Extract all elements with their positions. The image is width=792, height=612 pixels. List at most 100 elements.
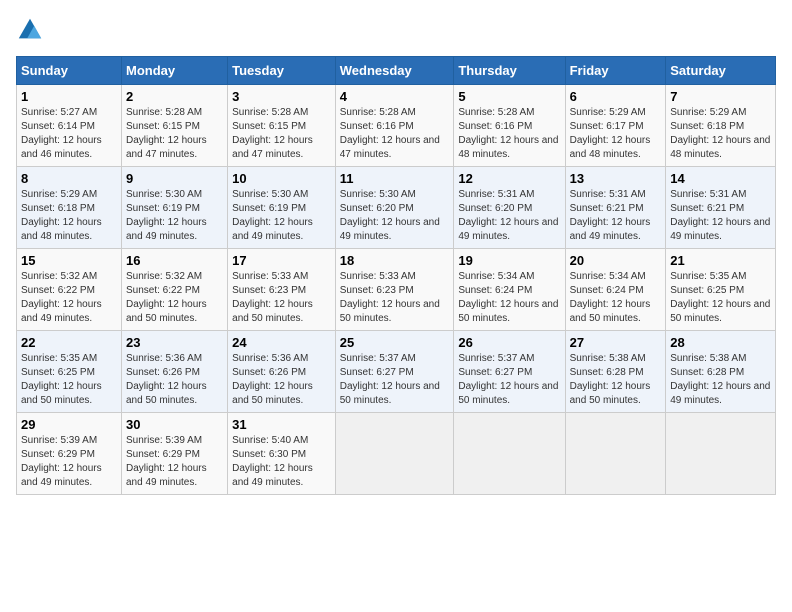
day-number: 7 — [670, 89, 771, 104]
calendar-cell: 9 Sunrise: 5:30 AM Sunset: 6:19 PM Dayli… — [121, 167, 227, 249]
day-info: Sunrise: 5:28 AM Sunset: 6:16 PM Dayligh… — [340, 106, 450, 162]
calendar-week-row: 15 Sunrise: 5:32 AM Sunset: 6:22 PM Dayl… — [17, 249, 776, 331]
day-number: 9 — [126, 171, 223, 186]
day-info: Sunrise: 5:33 AM Sunset: 6:23 PM Dayligh… — [232, 270, 331, 326]
weekday-header: Monday — [121, 57, 227, 85]
calendar-cell: 1 Sunrise: 5:27 AM Sunset: 6:14 PM Dayli… — [17, 85, 122, 167]
day-info: Sunrise: 5:28 AM Sunset: 6:15 PM Dayligh… — [232, 106, 331, 162]
calendar-table: SundayMondayTuesdayWednesdayThursdayFrid… — [16, 56, 776, 495]
calendar-cell: 10 Sunrise: 5:30 AM Sunset: 6:19 PM Dayl… — [228, 167, 336, 249]
day-info: Sunrise: 5:29 AM Sunset: 6:18 PM Dayligh… — [670, 106, 771, 162]
day-number: 26 — [458, 335, 560, 350]
day-number: 28 — [670, 335, 771, 350]
calendar-cell — [454, 413, 565, 495]
calendar-cell: 23 Sunrise: 5:36 AM Sunset: 6:26 PM Dayl… — [121, 331, 227, 413]
calendar-cell: 31 Sunrise: 5:40 AM Sunset: 6:30 PM Dayl… — [228, 413, 336, 495]
calendar-cell: 4 Sunrise: 5:28 AM Sunset: 6:16 PM Dayli… — [335, 85, 454, 167]
day-number: 11 — [340, 171, 450, 186]
day-info: Sunrise: 5:30 AM Sunset: 6:19 PM Dayligh… — [232, 188, 331, 244]
day-info: Sunrise: 5:30 AM Sunset: 6:19 PM Dayligh… — [126, 188, 223, 244]
calendar-cell: 14 Sunrise: 5:31 AM Sunset: 6:21 PM Dayl… — [666, 167, 776, 249]
day-info: Sunrise: 5:31 AM Sunset: 6:20 PM Dayligh… — [458, 188, 560, 244]
calendar-cell: 18 Sunrise: 5:33 AM Sunset: 6:23 PM Dayl… — [335, 249, 454, 331]
calendar-cell — [565, 413, 666, 495]
day-info: Sunrise: 5:39 AM Sunset: 6:29 PM Dayligh… — [21, 434, 117, 490]
day-info: Sunrise: 5:36 AM Sunset: 6:26 PM Dayligh… — [232, 352, 331, 408]
calendar-cell: 25 Sunrise: 5:37 AM Sunset: 6:27 PM Dayl… — [335, 331, 454, 413]
day-number: 18 — [340, 253, 450, 268]
day-number: 24 — [232, 335, 331, 350]
day-info: Sunrise: 5:37 AM Sunset: 6:27 PM Dayligh… — [340, 352, 450, 408]
day-number: 13 — [570, 171, 662, 186]
day-info: Sunrise: 5:30 AM Sunset: 6:20 PM Dayligh… — [340, 188, 450, 244]
calendar-cell — [666, 413, 776, 495]
day-number: 21 — [670, 253, 771, 268]
calendar-cell: 30 Sunrise: 5:39 AM Sunset: 6:29 PM Dayl… — [121, 413, 227, 495]
day-info: Sunrise: 5:31 AM Sunset: 6:21 PM Dayligh… — [670, 188, 771, 244]
calendar-cell: 17 Sunrise: 5:33 AM Sunset: 6:23 PM Dayl… — [228, 249, 336, 331]
day-number: 3 — [232, 89, 331, 104]
day-info: Sunrise: 5:32 AM Sunset: 6:22 PM Dayligh… — [21, 270, 117, 326]
day-info: Sunrise: 5:37 AM Sunset: 6:27 PM Dayligh… — [458, 352, 560, 408]
calendar-cell: 26 Sunrise: 5:37 AM Sunset: 6:27 PM Dayl… — [454, 331, 565, 413]
weekday-header: Saturday — [666, 57, 776, 85]
day-number: 5 — [458, 89, 560, 104]
day-number: 14 — [670, 171, 771, 186]
day-number: 19 — [458, 253, 560, 268]
calendar-cell: 21 Sunrise: 5:35 AM Sunset: 6:25 PM Dayl… — [666, 249, 776, 331]
calendar-cell: 2 Sunrise: 5:28 AM Sunset: 6:15 PM Dayli… — [121, 85, 227, 167]
day-info: Sunrise: 5:38 AM Sunset: 6:28 PM Dayligh… — [670, 352, 771, 408]
page-header — [16, 16, 776, 44]
day-number: 31 — [232, 417, 331, 432]
weekday-header: Thursday — [454, 57, 565, 85]
day-number: 4 — [340, 89, 450, 104]
day-number: 16 — [126, 253, 223, 268]
day-info: Sunrise: 5:32 AM Sunset: 6:22 PM Dayligh… — [126, 270, 223, 326]
day-number: 25 — [340, 335, 450, 350]
calendar-cell: 19 Sunrise: 5:34 AM Sunset: 6:24 PM Dayl… — [454, 249, 565, 331]
calendar-cell: 28 Sunrise: 5:38 AM Sunset: 6:28 PM Dayl… — [666, 331, 776, 413]
calendar-cell: 11 Sunrise: 5:30 AM Sunset: 6:20 PM Dayl… — [335, 167, 454, 249]
day-info: Sunrise: 5:29 AM Sunset: 6:18 PM Dayligh… — [21, 188, 117, 244]
calendar-cell: 6 Sunrise: 5:29 AM Sunset: 6:17 PM Dayli… — [565, 85, 666, 167]
day-info: Sunrise: 5:27 AM Sunset: 6:14 PM Dayligh… — [21, 106, 117, 162]
day-number: 12 — [458, 171, 560, 186]
weekday-header: Friday — [565, 57, 666, 85]
calendar-cell: 5 Sunrise: 5:28 AM Sunset: 6:16 PM Dayli… — [454, 85, 565, 167]
calendar-week-row: 1 Sunrise: 5:27 AM Sunset: 6:14 PM Dayli… — [17, 85, 776, 167]
weekday-header-row: SundayMondayTuesdayWednesdayThursdayFrid… — [17, 57, 776, 85]
day-info: Sunrise: 5:35 AM Sunset: 6:25 PM Dayligh… — [21, 352, 117, 408]
day-number: 30 — [126, 417, 223, 432]
logo — [16, 16, 48, 44]
day-number: 2 — [126, 89, 223, 104]
day-info: Sunrise: 5:34 AM Sunset: 6:24 PM Dayligh… — [570, 270, 662, 326]
day-info: Sunrise: 5:28 AM Sunset: 6:15 PM Dayligh… — [126, 106, 223, 162]
day-info: Sunrise: 5:40 AM Sunset: 6:30 PM Dayligh… — [232, 434, 331, 490]
day-info: Sunrise: 5:33 AM Sunset: 6:23 PM Dayligh… — [340, 270, 450, 326]
day-info: Sunrise: 5:35 AM Sunset: 6:25 PM Dayligh… — [670, 270, 771, 326]
day-info: Sunrise: 5:28 AM Sunset: 6:16 PM Dayligh… — [458, 106, 560, 162]
weekday-header: Tuesday — [228, 57, 336, 85]
day-number: 1 — [21, 89, 117, 104]
calendar-cell: 20 Sunrise: 5:34 AM Sunset: 6:24 PM Dayl… — [565, 249, 666, 331]
day-number: 17 — [232, 253, 331, 268]
day-number: 8 — [21, 171, 117, 186]
day-number: 29 — [21, 417, 117, 432]
calendar-cell: 29 Sunrise: 5:39 AM Sunset: 6:29 PM Dayl… — [17, 413, 122, 495]
day-number: 23 — [126, 335, 223, 350]
weekday-header: Wednesday — [335, 57, 454, 85]
day-info: Sunrise: 5:38 AM Sunset: 6:28 PM Dayligh… — [570, 352, 662, 408]
day-number: 27 — [570, 335, 662, 350]
calendar-week-row: 29 Sunrise: 5:39 AM Sunset: 6:29 PM Dayl… — [17, 413, 776, 495]
calendar-cell: 12 Sunrise: 5:31 AM Sunset: 6:20 PM Dayl… — [454, 167, 565, 249]
day-info: Sunrise: 5:31 AM Sunset: 6:21 PM Dayligh… — [570, 188, 662, 244]
calendar-week-row: 8 Sunrise: 5:29 AM Sunset: 6:18 PM Dayli… — [17, 167, 776, 249]
day-info: Sunrise: 5:29 AM Sunset: 6:17 PM Dayligh… — [570, 106, 662, 162]
calendar-cell: 27 Sunrise: 5:38 AM Sunset: 6:28 PM Dayl… — [565, 331, 666, 413]
day-number: 10 — [232, 171, 331, 186]
day-number: 20 — [570, 253, 662, 268]
calendar-cell: 13 Sunrise: 5:31 AM Sunset: 6:21 PM Dayl… — [565, 167, 666, 249]
calendar-cell: 7 Sunrise: 5:29 AM Sunset: 6:18 PM Dayli… — [666, 85, 776, 167]
calendar-cell: 8 Sunrise: 5:29 AM Sunset: 6:18 PM Dayli… — [17, 167, 122, 249]
day-number: 6 — [570, 89, 662, 104]
